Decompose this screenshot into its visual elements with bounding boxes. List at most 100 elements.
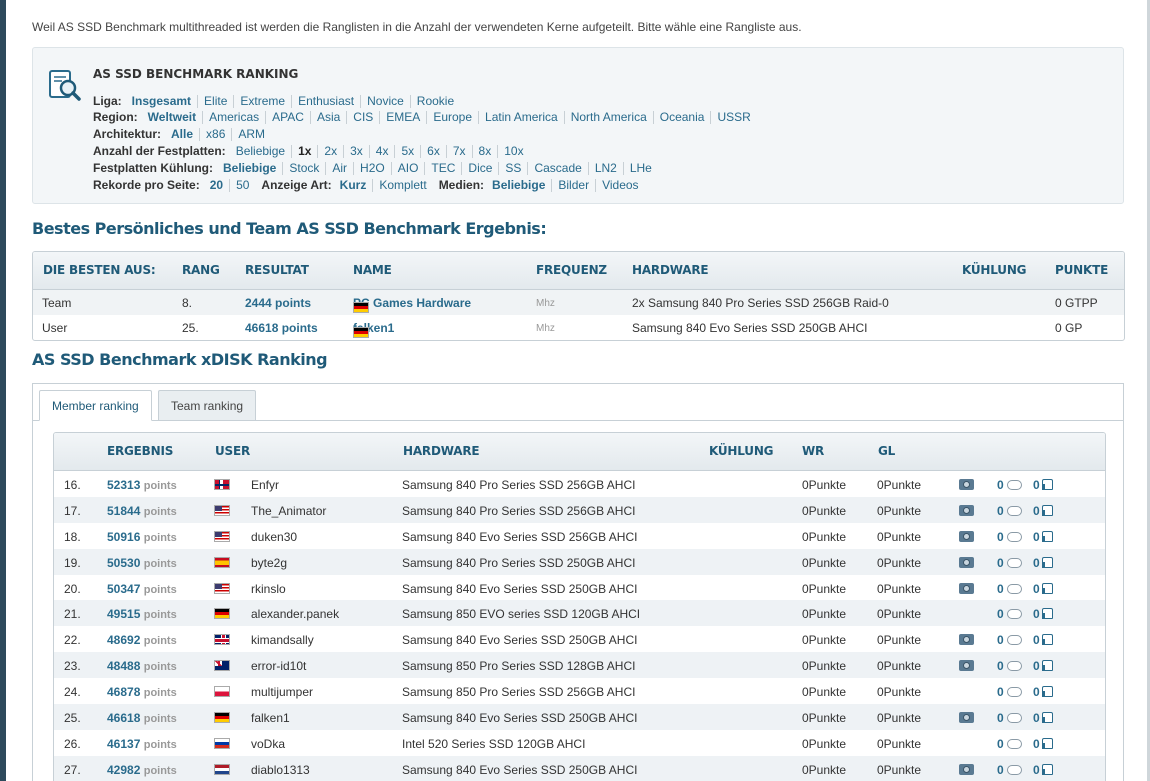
- score-value[interactable]: 50347: [107, 582, 140, 596]
- comments[interactable]: 0: [997, 633, 1022, 647]
- score-link[interactable]: 52313 points: [107, 478, 177, 492]
- score-link[interactable]: 51844 points: [107, 504, 177, 518]
- comment-bubble-icon[interactable]: [1006, 505, 1022, 516]
- score-value[interactable]: 46137: [107, 737, 140, 751]
- filter-option-media[interactable]: Bilder: [552, 179, 597, 192]
- camera-icon[interactable]: [959, 582, 974, 594]
- comments[interactable]: 0: [997, 685, 1022, 699]
- filter-option-region[interactable]: EMEA: [380, 111, 428, 124]
- filter-option-cooling[interactable]: Dice: [462, 162, 500, 175]
- score-value[interactable]: 50530: [107, 556, 140, 570]
- score-value[interactable]: 46878: [107, 685, 140, 699]
- comments[interactable]: 0: [997, 737, 1022, 751]
- comments[interactable]: 0: [997, 478, 1022, 492]
- score-link[interactable]: 50916 points: [107, 530, 177, 544]
- score-link[interactable]: 50347 points: [107, 582, 177, 596]
- filter-option-liga[interactable]: Rookie: [411, 95, 460, 108]
- comment-bubble-icon[interactable]: [1006, 480, 1022, 490]
- filter-option-cooling[interactable]: AIO: [392, 162, 426, 175]
- likes[interactable]: 0: [1033, 504, 1053, 518]
- filter-option-disks[interactable]: 1x: [292, 145, 319, 158]
- score-link[interactable]: 46878 points: [107, 685, 177, 699]
- filter-option-region[interactable]: Asia: [311, 111, 348, 124]
- thumbs-up-icon[interactable]: [1041, 504, 1053, 516]
- filter-option-liga[interactable]: Extreme: [234, 95, 293, 108]
- comments[interactable]: 0: [997, 763, 1022, 777]
- filter-option-disks[interactable]: Beliebige: [230, 145, 293, 158]
- camera-icon[interactable]: [959, 660, 974, 672]
- filter-option-cooling[interactable]: H2O: [354, 162, 392, 175]
- filter-option-disks[interactable]: 7x: [447, 145, 473, 158]
- tab-team-ranking[interactable]: Team ranking: [158, 390, 257, 421]
- filter-option-arch[interactable]: ARM: [232, 128, 271, 141]
- filter-option-liga[interactable]: Enthusiast: [292, 95, 362, 108]
- thumbs-up-icon[interactable]: [1041, 712, 1053, 724]
- likes[interactable]: 0: [1033, 607, 1053, 621]
- user-link[interactable]: voDka: [251, 737, 285, 751]
- score-value[interactable]: 42982: [107, 763, 140, 777]
- thumbs-up-icon[interactable]: [1041, 530, 1053, 542]
- filter-option-liga[interactable]: Novice: [361, 95, 411, 108]
- filter-option-region[interactable]: Oceania: [654, 111, 712, 124]
- filter-option-media[interactable]: Beliebige: [486, 179, 553, 192]
- comments[interactable]: 0: [997, 659, 1022, 673]
- score-value[interactable]: 48488: [107, 659, 140, 673]
- likes[interactable]: 0: [1033, 582, 1053, 596]
- filter-option-region[interactable]: Europe: [427, 111, 480, 124]
- comment-bubble-icon[interactable]: [1006, 738, 1022, 749]
- filter-option-disks[interactable]: 10x: [498, 145, 529, 158]
- score-link[interactable]: 46137 points: [107, 737, 177, 751]
- filter-option-display[interactable]: Komplett: [373, 179, 432, 192]
- score-value[interactable]: 49515: [107, 607, 140, 621]
- filter-option-cooling[interactable]: Air: [326, 162, 355, 175]
- filter-option-region[interactable]: APAC: [266, 111, 311, 124]
- likes[interactable]: 0: [1033, 763, 1053, 777]
- filter-option-liga[interactable]: Elite: [198, 95, 235, 108]
- thumbs-up-icon[interactable]: [1041, 660, 1053, 672]
- comments[interactable]: 0: [997, 504, 1022, 518]
- comment-bubble-icon[interactable]: [1006, 713, 1022, 724]
- thumbs-up-icon[interactable]: [1041, 634, 1053, 646]
- thumbs-up-icon[interactable]: [1041, 737, 1053, 749]
- thumbs-up-icon[interactable]: [1041, 608, 1053, 620]
- comments[interactable]: 0: [997, 530, 1022, 544]
- camera-icon[interactable]: [959, 479, 974, 490]
- filter-option-disks[interactable]: 8x: [473, 145, 499, 158]
- comments[interactable]: 0: [997, 607, 1022, 621]
- user-link[interactable]: alexander.panek: [251, 607, 339, 621]
- filter-option-disks[interactable]: 3x: [344, 145, 370, 158]
- filter-option-disks[interactable]: 4x: [370, 145, 396, 158]
- filter-option-region[interactable]: CIS: [347, 111, 381, 124]
- user-link[interactable]: multijumper: [251, 685, 313, 699]
- thumbs-up-icon[interactable]: [1041, 479, 1053, 490]
- comment-bubble-icon[interactable]: [1006, 687, 1022, 698]
- filter-option-cooling[interactable]: Beliebige: [217, 162, 284, 175]
- filter-option-media[interactable]: Videos: [596, 179, 644, 192]
- filter-option-region[interactable]: Weltweit: [142, 111, 204, 124]
- likes[interactable]: 0: [1033, 530, 1053, 544]
- comments[interactable]: 0: [997, 711, 1022, 725]
- score-link[interactable]: 49515 points: [107, 607, 177, 621]
- camera-icon[interactable]: [959, 530, 974, 542]
- likes[interactable]: 0: [1033, 478, 1053, 492]
- filter-option-cooling[interactable]: Cascade: [528, 162, 589, 175]
- user-link[interactable]: diablo1313: [251, 763, 310, 777]
- score-value[interactable]: 51844: [107, 504, 140, 518]
- comment-bubble-icon[interactable]: [1006, 583, 1022, 594]
- filter-option-region[interactable]: North America: [565, 111, 654, 124]
- score-value[interactable]: 46618: [107, 711, 140, 725]
- camera-icon[interactable]: [959, 556, 974, 568]
- filter-option-cooling[interactable]: TEC: [425, 162, 463, 175]
- user-link[interactable]: duken30: [251, 530, 297, 544]
- comment-bubble-icon[interactable]: [1006, 661, 1022, 672]
- score-link[interactable]: 50530 points: [107, 556, 177, 570]
- comments[interactable]: 0: [997, 582, 1022, 596]
- score-link[interactable]: 42982 points: [107, 763, 177, 777]
- filter-option-region[interactable]: Latin America: [479, 111, 565, 124]
- user-link[interactable]: falken1: [251, 711, 290, 725]
- likes[interactable]: 0: [1033, 659, 1053, 673]
- thumbs-up-icon[interactable]: [1041, 556, 1053, 568]
- filter-option-cooling[interactable]: SS: [499, 162, 529, 175]
- best-result-link[interactable]: 46618 points: [245, 321, 318, 335]
- score-value[interactable]: 50916: [107, 530, 140, 544]
